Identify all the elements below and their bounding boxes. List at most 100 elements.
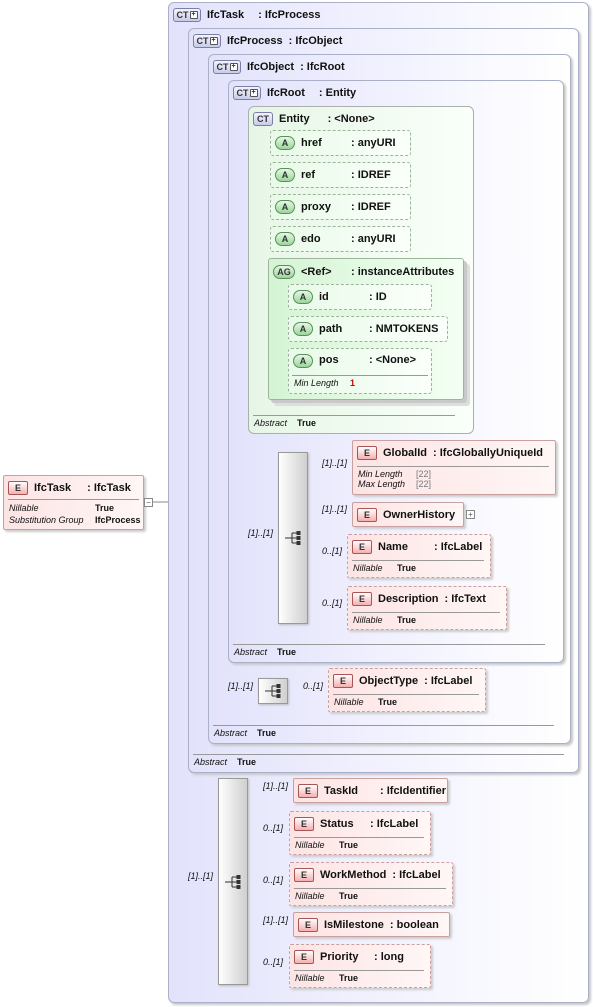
attribute-badge: A bbox=[275, 168, 295, 182]
attribute-group-name: <Ref> bbox=[301, 266, 332, 278]
element-name-label: Name bbox=[378, 541, 408, 553]
attribute-badge: A bbox=[275, 232, 295, 246]
attribute-type: : anyURI bbox=[351, 233, 396, 245]
attribute-path[interactable]: A path : NMTOKENS bbox=[288, 316, 448, 342]
attribute-href[interactable]: A href : anyURI bbox=[270, 130, 411, 156]
ct-ifcobject-abstract: Abstract True bbox=[214, 728, 277, 738]
ismilestone-cardinality: [1]..[1] bbox=[263, 915, 289, 925]
sequence-ifcobject[interactable] bbox=[258, 678, 288, 704]
attribute-badge: A bbox=[275, 200, 295, 214]
name-cardinality: 0..[1] bbox=[322, 546, 343, 556]
attribute-type: : ID bbox=[369, 291, 387, 303]
attribute-type: : anyURI bbox=[351, 137, 396, 149]
attribute-pos[interactable]: A pos : <None> Min Length 1 bbox=[288, 348, 432, 394]
element-name-label: IsMilestone bbox=[324, 919, 384, 931]
collapse-toggle[interactable]: − bbox=[144, 498, 153, 507]
element-name-label: WorkMethod bbox=[320, 869, 387, 881]
ct-ifctask-base: : IfcProcess bbox=[258, 9, 321, 21]
element-type: : IfcGloballyUniqueId bbox=[433, 447, 544, 459]
complex-type-icon: CT bbox=[253, 112, 273, 126]
sequence-ifctask[interactable] bbox=[218, 778, 248, 985]
element-prop: Nillable True bbox=[295, 891, 359, 901]
attribute-name: pos bbox=[319, 354, 339, 366]
element-badge: E bbox=[333, 674, 353, 688]
expand-toggle[interactable]: + bbox=[466, 510, 475, 519]
element-taskid[interactable]: E TaskId: IfcIdentifier bbox=[293, 778, 448, 803]
ct-entity-abstract: Abstract True bbox=[254, 418, 317, 428]
element-badge: E bbox=[352, 540, 372, 554]
root-seq-cardinality: [1]..[1] bbox=[248, 528, 274, 538]
workmethod-cardinality: 0..[1] bbox=[263, 875, 284, 885]
element-type: : IfcIdentifier bbox=[380, 785, 447, 797]
task-seq-cardinality: [1]..[1] bbox=[188, 871, 214, 881]
element-name-label: TaskId bbox=[324, 785, 359, 797]
root-element-ifctask[interactable]: E IfcTask : IfcTask Nillable True Substit… bbox=[3, 475, 144, 530]
root-prop-substitution: Substitution Group IfcProcess bbox=[9, 515, 141, 525]
sequence-ifcroot[interactable] bbox=[278, 452, 308, 624]
element-name: OwnerHistory bbox=[383, 509, 456, 521]
attribute-id[interactable]: A id : ID bbox=[288, 284, 432, 310]
attribute-pos-minlength: Min Length 1 bbox=[294, 378, 356, 388]
attribute-proxy[interactable]: A proxy : IDREF bbox=[270, 194, 411, 220]
element-name-label: Description bbox=[378, 593, 439, 605]
element-badge: E bbox=[294, 868, 314, 882]
complex-type-icon: CT + bbox=[233, 86, 261, 100]
globalid-cardinality: [1]..[1] bbox=[322, 458, 348, 468]
ownerhistory-cardinality: [1]..[1] bbox=[322, 504, 348, 514]
element-workmethod[interactable]: E WorkMethod: IfcLabel Nillable True bbox=[289, 862, 453, 906]
attribute-name: href bbox=[301, 137, 322, 149]
element-globalid[interactable]: E GlobalId: IfcGloballyUniqueId Min Lengt… bbox=[352, 440, 556, 495]
root-element-name: IfcTask bbox=[34, 482, 72, 494]
element-type: : long bbox=[374, 951, 404, 963]
attribute-type: : IDREF bbox=[351, 169, 391, 181]
object-seq-cardinality: [1]..[1] bbox=[228, 681, 254, 691]
attribute-badge: A bbox=[275, 136, 295, 150]
element-type: : IfcLabel bbox=[424, 675, 473, 687]
element-name-label: ObjectType bbox=[359, 675, 419, 687]
attribute-type: : NMTOKENS bbox=[369, 323, 439, 335]
ct-ifcroot-base: : Entity bbox=[318, 87, 357, 99]
element-objecttype[interactable]: E ObjectType: IfcLabel Nillable True bbox=[328, 668, 486, 712]
element-name-label: Status bbox=[320, 818, 354, 830]
element-prop: Nillable True bbox=[353, 615, 417, 625]
priority-cardinality: 0..[1] bbox=[263, 957, 284, 967]
ct-ifcprocess-base: : IfcObject bbox=[288, 35, 343, 47]
attribute-type: : <None> bbox=[369, 354, 417, 366]
element-type: : IfcLabel bbox=[434, 541, 483, 553]
element-name: GlobalId bbox=[383, 447, 427, 459]
sequence-icon bbox=[265, 684, 281, 698]
element-name[interactable]: E Name : IfcLabel Nillable True bbox=[347, 534, 491, 578]
element-prop: Nillable True bbox=[295, 973, 359, 983]
root-prop-nillable: Nillable True bbox=[9, 503, 115, 513]
element-ismilestone[interactable]: E IsMilestone : boolean bbox=[293, 912, 450, 937]
attribute-name: id bbox=[319, 291, 329, 303]
attribute-edo[interactable]: A edo : anyURI bbox=[270, 226, 411, 252]
complex-type-icon: CT + bbox=[173, 8, 201, 22]
ct-entity-name: Entity bbox=[279, 113, 310, 125]
element-ownerhistory[interactable]: E OwnerHistory bbox=[352, 502, 464, 527]
element-type: : IfcText bbox=[444, 593, 486, 605]
element-priority[interactable]: E Priority: long Nillable True bbox=[289, 944, 431, 988]
attribute-ref[interactable]: A ref : IDREF bbox=[270, 162, 411, 188]
objecttype-cardinality: 0..[1] bbox=[303, 681, 324, 691]
element-badge: E bbox=[352, 592, 372, 606]
attribute-name: edo bbox=[301, 233, 321, 245]
element-badge: E bbox=[294, 950, 314, 964]
attribute-badge: A bbox=[293, 290, 313, 304]
attribute-name: path bbox=[319, 323, 343, 335]
element-prop: Max Length [22] bbox=[358, 479, 432, 489]
element-status[interactable]: E Status: IfcLabel Nillable True bbox=[289, 811, 431, 855]
ct-ifcobject-name: IfcObject bbox=[247, 61, 295, 73]
attribute-group-badge: AG bbox=[273, 265, 295, 279]
element-type: : boolean bbox=[389, 919, 439, 931]
ct-ifcroot-abstract: Abstract True bbox=[234, 647, 297, 657]
ct-ifcprocess-name: IfcProcess bbox=[227, 35, 283, 47]
element-prop: Nillable True bbox=[353, 563, 417, 573]
element-badge: E bbox=[298, 918, 318, 932]
ct-ifctask-name: IfcTask bbox=[207, 9, 245, 21]
element-badge: E bbox=[8, 481, 28, 495]
element-type: : IfcLabel bbox=[370, 818, 419, 830]
element-badge: E bbox=[357, 446, 377, 460]
element-description[interactable]: E Description : IfcText Nillable True bbox=[347, 586, 507, 630]
element-badge: E bbox=[357, 508, 377, 522]
